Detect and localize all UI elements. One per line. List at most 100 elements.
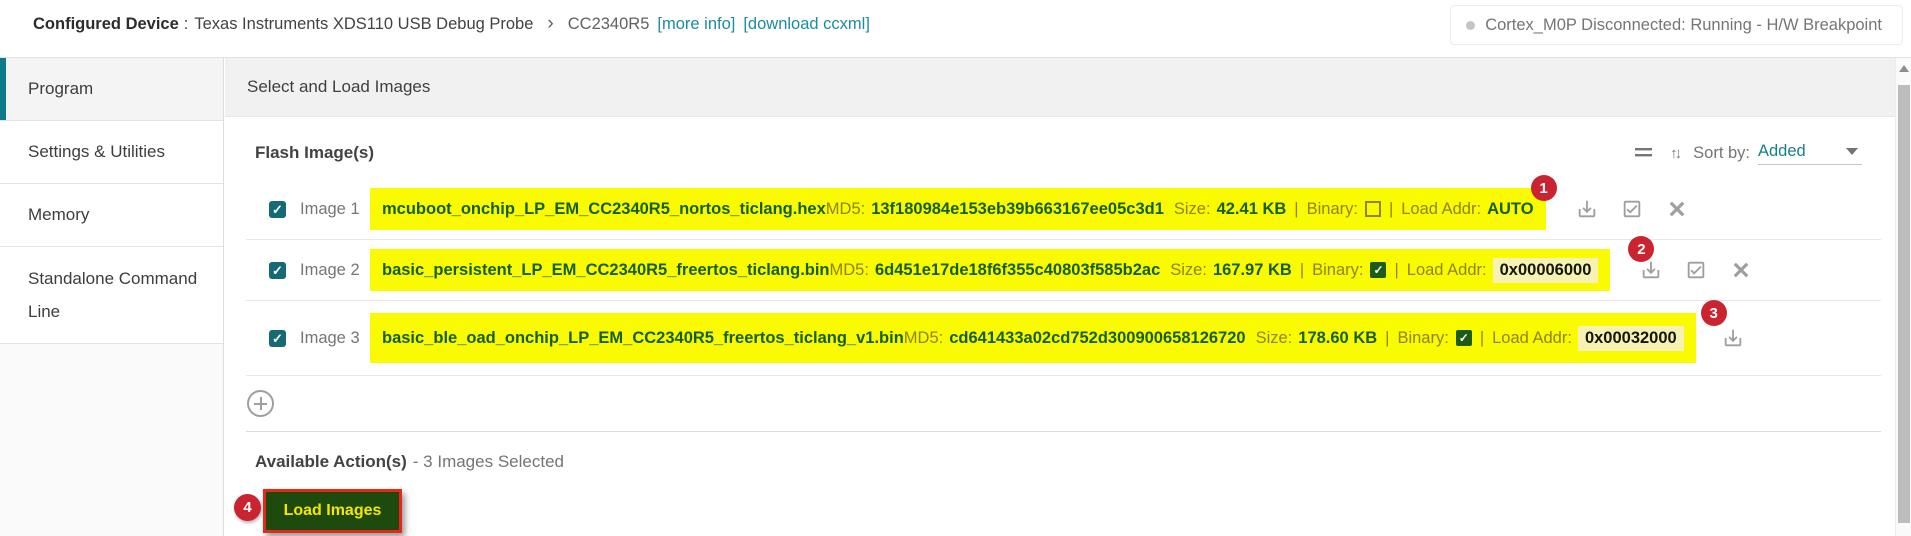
size-label: Size:: [1170, 261, 1207, 280]
download-image-icon[interactable]: [1576, 198, 1598, 220]
size-label: Size:: [1174, 200, 1211, 219]
caret-down-icon: [1846, 148, 1858, 155]
remove-image-icon[interactable]: [1730, 259, 1752, 281]
separator: |: [1294, 200, 1298, 219]
image-details-highlight: basic_persistent_LP_EM_CC2340R5_freertos…: [370, 249, 1610, 291]
binary-label: Binary:: [1397, 329, 1448, 348]
scroll-up-icon[interactable]: [1899, 65, 1909, 72]
image-filename: basic_persistent_LP_EM_CC2340R5_freertos…: [382, 261, 830, 280]
image-label: Image 1: [300, 200, 370, 219]
sidebar-item-standalone-command-line[interactable]: Standalone Command Line: [0, 247, 223, 344]
load-addr-label: Load Addr:: [1492, 329, 1572, 348]
sidebar-item-label: Settings & Utilities: [28, 142, 165, 161]
separator: |: [1389, 200, 1393, 219]
sidebar-item-label: Standalone Command Line: [28, 269, 197, 321]
flash-image-row-3: Image 3 basic_ble_oad_onchip_LP_EM_CC234…: [225, 301, 1895, 375]
image-details-highlight: mcuboot_onchip_LP_EM_CC2340R5_nortos_tic…: [370, 188, 1546, 230]
binary-checkbox[interactable]: [1370, 262, 1386, 278]
flash-image-row-1: Image 1 mcuboot_onchip_LP_EM_CC2340R5_no…: [225, 179, 1895, 239]
load-addr-label: Load Addr:: [1407, 261, 1487, 280]
sort-by-label: Sort by:: [1693, 144, 1750, 163]
add-image-icon[interactable]: [247, 390, 274, 417]
chevron-right-icon: ›: [547, 13, 553, 35]
load-addr-value: AUTO: [1487, 200, 1533, 219]
image-label: Image 2: [300, 261, 370, 280]
sort-controls: ↑↓ Sort by: Added: [1634, 142, 1862, 165]
image-select-checkbox[interactable]: [269, 262, 286, 279]
breadcrumb: Configured Device : Texas Instruments XD…: [33, 0, 870, 48]
verify-image-icon[interactable]: [1621, 198, 1643, 220]
md5-value: 6d451e17de18f6f355c40803f585b2ac: [875, 261, 1160, 280]
md5-label: MD5:: [904, 329, 943, 348]
image-select-checkbox[interactable]: [269, 330, 286, 347]
download-image-icon[interactable]: [1640, 259, 1662, 281]
load-addr-value[interactable]: 0x00006000: [1493, 258, 1599, 283]
separator: |: [1394, 261, 1398, 280]
uniflash-app: Configured Device : Texas Instruments XD…: [0, 0, 1911, 536]
device-name: CC2340R5: [568, 15, 650, 34]
binary-checkbox[interactable]: [1456, 330, 1472, 346]
sidebar-item-settings-utilities[interactable]: Settings & Utilities: [0, 121, 223, 184]
top-header: Configured Device : Texas Instruments XD…: [0, 0, 1911, 58]
available-actions-title: Available Action(s): [255, 452, 407, 472]
sort-value: Added: [1758, 142, 1806, 161]
step-badge-3: 3: [1701, 300, 1727, 326]
core-status-chip: Cortex_M0P Disconnected: Running - H/W B…: [1450, 5, 1903, 45]
main-panel: Select and Load Images Flash Image(s) ↑↓…: [225, 58, 1895, 536]
sidebar-item-program[interactable]: Program: [0, 58, 223, 121]
size-label: Size:: [1256, 329, 1293, 348]
load-images-row: 4 Load Images: [263, 489, 1895, 536]
available-actions: Available Action(s) - 3 Images Selected: [255, 452, 1895, 476]
flash-images-title: Flash Image(s): [255, 143, 374, 163]
separator: |: [1385, 329, 1389, 348]
core-status-text: Cortex_M0P Disconnected: Running - H/W B…: [1485, 16, 1882, 35]
image-select-checkbox[interactable]: [269, 201, 286, 218]
image-filename: basic_ble_oad_onchip_LP_EM_CC2340R5_free…: [382, 329, 904, 348]
sidebar-item-label: Memory: [28, 205, 89, 224]
flash-images-header: Flash Image(s) ↑↓ Sort by: Added: [255, 141, 1862, 165]
image-details-highlight: basic_ble_oad_onchip_LP_EM_CC2340R5_free…: [370, 313, 1696, 363]
flash-image-row-2: Image 2 basic_persistent_LP_EM_CC2340R5_…: [225, 240, 1895, 300]
row-actions: [1640, 259, 1752, 281]
image-filename: mcuboot_onchip_LP_EM_CC2340R5_nortos_tic…: [382, 200, 826, 219]
verify-image-icon[interactable]: [1685, 259, 1707, 281]
load-images-button[interactable]: Load Images: [263, 489, 402, 533]
step-badge-4: 4: [234, 494, 261, 521]
scrollbar-thumb[interactable]: [1898, 85, 1910, 523]
row-actions: [1576, 198, 1688, 220]
more-info-link[interactable]: [more info]: [657, 15, 735, 34]
download-ccxml-link[interactable]: [download ccxml]: [743, 15, 870, 34]
sidebar-item-memory[interactable]: Memory: [0, 184, 223, 247]
md5-value: 13f180984e153eb39b663167ee05c3d1: [871, 200, 1164, 219]
sort-select[interactable]: Added: [1758, 142, 1862, 165]
add-image-row: [225, 376, 1895, 431]
size-value: 167.97 KB: [1213, 261, 1292, 280]
row-actions: [1722, 327, 1744, 349]
status-dot-icon: [1466, 21, 1475, 30]
remove-image-icon[interactable]: [1666, 198, 1688, 220]
md5-label: MD5:: [826, 200, 865, 219]
probe-name: Texas Instruments XDS110 USB Debug Probe: [194, 15, 533, 34]
images-selected-count: - 3 Images Selected: [413, 452, 564, 472]
vertical-scrollbar: [1895, 58, 1911, 536]
breadcrumb-separator: :: [184, 15, 189, 34]
md5-value: cd641433a02cd752d300900658126720: [949, 329, 1245, 348]
separator: |: [1480, 329, 1484, 348]
dense-view-icon[interactable]: [1634, 146, 1654, 160]
step-badge-1: 1: [1531, 175, 1557, 201]
sort-direction-icon[interactable]: ↑↓: [1670, 145, 1679, 162]
md5-label: MD5:: [830, 261, 869, 280]
sidebar: Program Settings & Utilities Memory Stan…: [0, 58, 224, 536]
section-header: Select and Load Images: [225, 58, 1895, 117]
load-addr-value[interactable]: 0x00032000: [1578, 326, 1684, 351]
binary-checkbox[interactable]: [1365, 201, 1381, 217]
sidebar-item-label: Program: [28, 79, 93, 98]
configured-device-label: Configured Device: [33, 15, 179, 34]
download-image-icon[interactable]: [1722, 327, 1744, 349]
section-title: Select and Load Images: [247, 77, 430, 97]
flash-image-list: Image 1 mcuboot_onchip_LP_EM_CC2340R5_no…: [225, 179, 1895, 432]
size-value: 178.60 KB: [1298, 329, 1377, 348]
binary-label: Binary:: [1307, 200, 1358, 219]
image-label: Image 3: [300, 329, 370, 348]
binary-label: Binary:: [1312, 261, 1363, 280]
